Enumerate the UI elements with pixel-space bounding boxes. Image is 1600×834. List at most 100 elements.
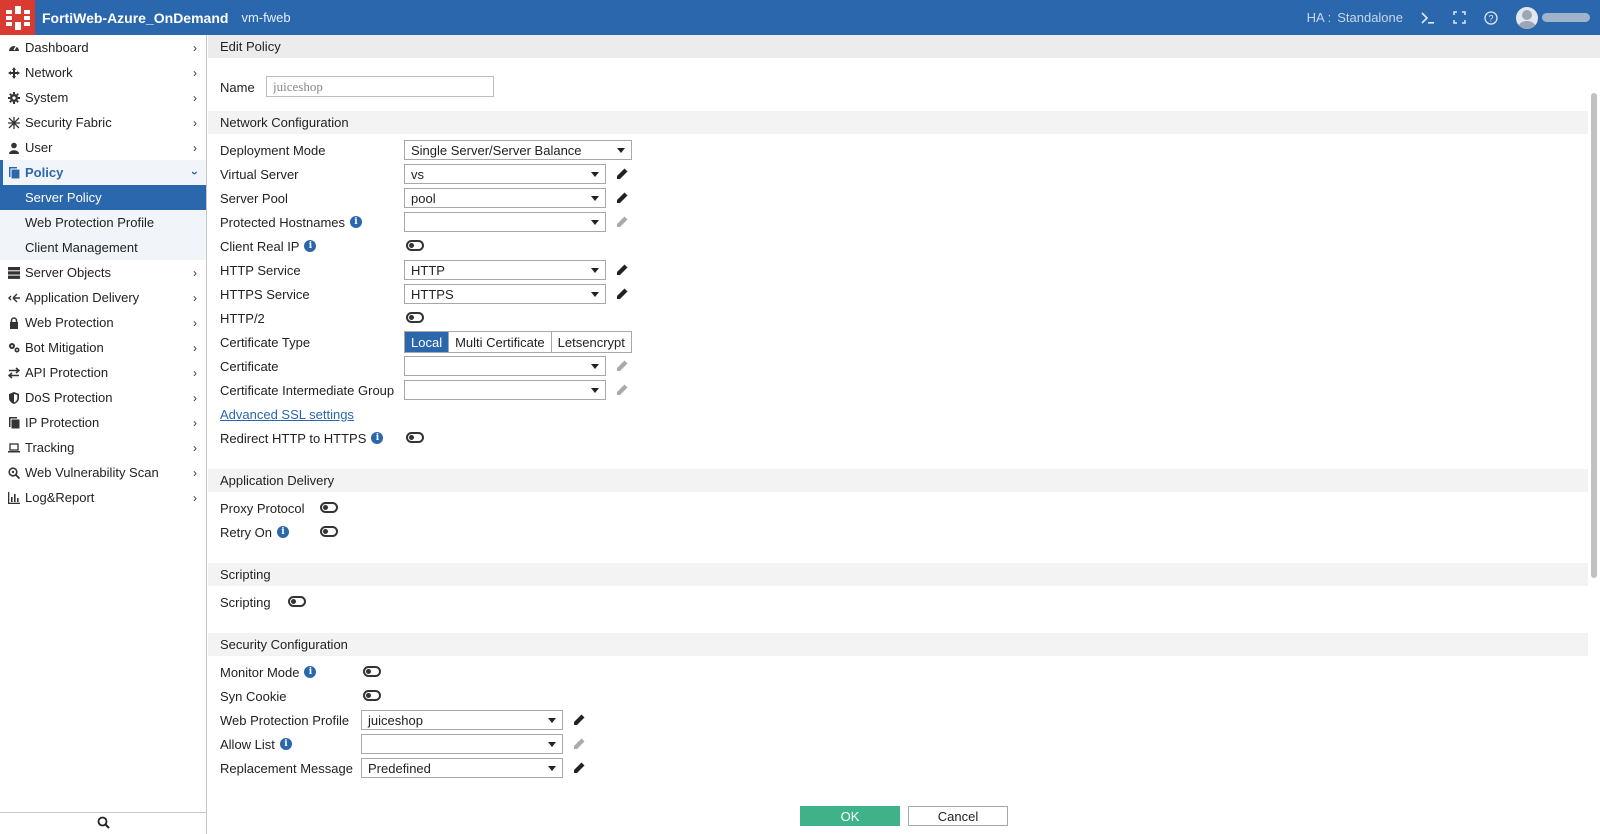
sidebar-item-security-fabric[interactable]: Security Fabric › bbox=[0, 110, 206, 135]
http2-toggle[interactable] bbox=[406, 312, 424, 323]
ha-label: HA : bbox=[1306, 10, 1332, 25]
edit-web-protection-profile-icon[interactable] bbox=[572, 713, 586, 727]
info-icon[interactable]: i bbox=[279, 738, 292, 750]
app-title: FortiWeb-Azure_OnDemand bbox=[42, 9, 229, 26]
sidebar-subitem-client-management[interactable]: Client Management bbox=[0, 235, 206, 260]
replacement-message-select[interactable]: Predefined bbox=[361, 758, 563, 778]
sidebar-item-api-protection[interactable]: API Protection › bbox=[0, 360, 206, 385]
monitor-mode-toggle[interactable] bbox=[363, 666, 381, 677]
http2-row: HTTP/2 bbox=[208, 306, 1588, 330]
sidebar-item-system[interactable]: System › bbox=[0, 85, 206, 110]
server-pool-select[interactable]: pool bbox=[404, 188, 606, 208]
content-scrollbar[interactable] bbox=[1588, 58, 1600, 800]
sidebar-item-ip-protection[interactable]: IP Protection › bbox=[0, 410, 206, 435]
sidebar-item-web-vulnerability-scan[interactable]: Web Vulnerability Scan › bbox=[0, 460, 206, 485]
policy-icon bbox=[7, 166, 20, 179]
cert-intermediate-select[interactable] bbox=[404, 380, 606, 400]
avatar[interactable] bbox=[1516, 6, 1538, 29]
sidebar-item-user[interactable]: User › bbox=[0, 135, 206, 160]
chevron-right-icon: › bbox=[193, 291, 197, 305]
sidebar-item-tracking[interactable]: Tracking › bbox=[0, 435, 206, 460]
user-name-redacted[interactable] bbox=[1542, 13, 1590, 22]
info-icon[interactable]: i bbox=[277, 526, 290, 538]
sidebar-subitem-label: Server Policy bbox=[25, 190, 102, 205]
replacement-message-row: Replacement Message Predefined bbox=[208, 756, 1588, 780]
sidebar-item-label: Security Fabric bbox=[25, 115, 112, 130]
name-input[interactable] bbox=[266, 76, 494, 97]
form-footer: OK Cancel bbox=[208, 800, 1600, 834]
header-right: HA : Standalone ? bbox=[1307, 0, 1600, 35]
cert-type-local[interactable]: Local bbox=[405, 332, 450, 352]
virtual-server-select[interactable]: vs bbox=[404, 164, 606, 184]
sidebar-subitem-web-protection-profile[interactable]: Web Protection Profile bbox=[0, 210, 206, 235]
cli-console-icon[interactable] bbox=[1421, 11, 1435, 24]
sidebar-item-web-protection[interactable]: Web Protection › bbox=[0, 310, 206, 335]
advanced-ssl-link[interactable]: Advanced SSL settings bbox=[220, 407, 354, 422]
http-service-select[interactable]: HTTP bbox=[404, 260, 606, 280]
retry-on-label: Retry On bbox=[220, 524, 273, 540]
sidebar-item-label: System bbox=[25, 90, 69, 105]
policy-form: Name Network Configuration Deployment Mo… bbox=[208, 58, 1588, 800]
sidebar-item-network[interactable]: Network › bbox=[0, 60, 206, 85]
sidebar-item-policy[interactable]: Policy › bbox=[0, 160, 206, 185]
gear-icon bbox=[7, 91, 20, 104]
cert-type-multi-certificate[interactable]: Multi Certificate bbox=[449, 332, 552, 352]
virtual-server-value: vs bbox=[411, 166, 424, 182]
fortinet-logo-icon[interactable] bbox=[0, 0, 35, 35]
edit-cert-intermediate-icon bbox=[615, 383, 629, 397]
proxy-protocol-toggle[interactable] bbox=[320, 502, 338, 513]
protected-hostnames-select[interactable] bbox=[404, 212, 606, 232]
https-service-select[interactable]: HTTPS bbox=[404, 284, 606, 304]
api-icon bbox=[7, 366, 20, 379]
chevron-right-icon: › bbox=[193, 341, 197, 355]
scripting-toggle[interactable] bbox=[288, 596, 306, 607]
sidebar-item-log-report[interactable]: Log&Report › bbox=[0, 485, 206, 510]
server-pool-value: pool bbox=[411, 190, 436, 206]
protected-hostnames-label: Protected Hostnames bbox=[220, 214, 346, 230]
edit-http-service-icon[interactable] bbox=[615, 263, 629, 277]
proxy-protocol-row: Proxy Protocol bbox=[208, 496, 1588, 520]
scrollbar-thumb[interactable] bbox=[1591, 93, 1597, 578]
chevron-right-icon: › bbox=[193, 66, 197, 80]
edit-virtual-server-icon[interactable] bbox=[615, 167, 629, 181]
sidebar-item-dos-protection[interactable]: DoS Protection › bbox=[0, 385, 206, 410]
web-protection-profile-select[interactable]: juiceshop bbox=[361, 710, 563, 730]
http-service-value: HTTP bbox=[411, 262, 445, 278]
sidebar-item-label: Network bbox=[25, 65, 73, 80]
sidebar-search-button[interactable] bbox=[0, 812, 206, 834]
info-icon[interactable]: i bbox=[304, 240, 317, 252]
shield-icon bbox=[7, 391, 20, 404]
help-icon[interactable]: ? bbox=[1484, 10, 1498, 25]
scripting-row: Scripting bbox=[208, 590, 1588, 614]
sidebar-item-dashboard[interactable]: Dashboard › bbox=[0, 35, 206, 60]
certificate-select[interactable] bbox=[404, 356, 606, 376]
sidebar-item-bot-mitigation[interactable]: Bot Mitigation › bbox=[0, 335, 206, 360]
virtual-server-label: Virtual Server bbox=[220, 166, 299, 182]
cancel-button[interactable]: Cancel bbox=[908, 806, 1008, 826]
edit-server-pool-icon[interactable] bbox=[615, 191, 629, 205]
sidebar: Dashboard › Network › System › Security … bbox=[0, 35, 207, 834]
info-icon[interactable]: i bbox=[350, 216, 363, 228]
sidebar-subitem-server-policy[interactable]: Server Policy bbox=[0, 185, 206, 210]
https-service-value: HTTPS bbox=[411, 286, 454, 302]
edit-replacement-message-icon[interactable] bbox=[572, 761, 586, 775]
scripting-label: Scripting bbox=[220, 594, 271, 610]
ip-icon bbox=[7, 416, 20, 429]
ok-button[interactable]: OK bbox=[800, 806, 900, 826]
cert-type-letsencrypt[interactable]: Letsencrypt bbox=[552, 332, 631, 352]
client-real-ip-toggle[interactable] bbox=[406, 240, 424, 251]
info-icon[interactable]: i bbox=[371, 432, 384, 444]
sidebar-item-server-objects[interactable]: Server Objects › bbox=[0, 260, 206, 285]
retry-on-toggle[interactable] bbox=[320, 526, 338, 537]
svg-text:?: ? bbox=[1488, 13, 1493, 23]
deployment-mode-select[interactable]: Single Server/Server Balance bbox=[404, 140, 632, 160]
syn-cookie-toggle[interactable] bbox=[363, 690, 381, 701]
sidebar-item-application-delivery[interactable]: Application Delivery › bbox=[0, 285, 206, 310]
allow-list-select[interactable] bbox=[361, 734, 563, 754]
fullscreen-icon[interactable] bbox=[1453, 11, 1466, 24]
info-icon[interactable]: i bbox=[304, 666, 317, 678]
sidebar-item-label: Server Objects bbox=[25, 265, 111, 280]
edit-https-service-icon[interactable] bbox=[615, 287, 629, 301]
edit-certificate-icon bbox=[615, 359, 629, 373]
redirect-https-toggle[interactable] bbox=[406, 432, 424, 443]
